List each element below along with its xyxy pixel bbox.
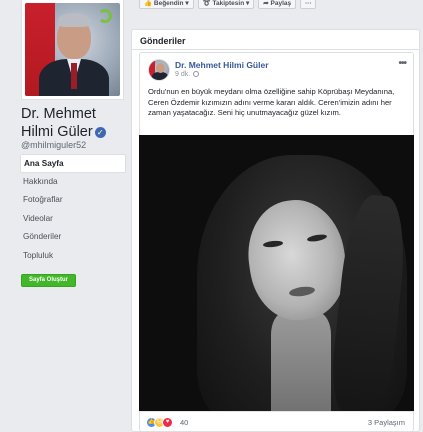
liked-button[interactable]: 👍 Beğendin ▾	[139, 0, 194, 9]
create-page-button[interactable]: Sayfa Oluştur	[21, 274, 76, 287]
page-navigation: Ana Sayfa Hakkında Fotoğraflar Videolar …	[20, 154, 126, 265]
reaction-icons[interactable]: 👍 ☹ ♥	[146, 417, 173, 428]
verified-badge-icon: ✓	[94, 127, 106, 138]
post-text: Ordu'nun en büyük meydanı olma özelliğin…	[148, 87, 395, 117]
posts-section-title: Gönderiler	[140, 36, 186, 46]
logo-icon	[98, 9, 112, 23]
page-name[interactable]: Dr. Mehmet Hilmi Güler ✓	[21, 105, 127, 141]
left-sidebar: Dr. Mehmet Hilmi Güler ✓ @mhilmiguler52 A…	[0, 0, 130, 432]
liked-button-label: Beğendin	[153, 0, 184, 7]
post-card: Dr. Mehmet Hilmi Güler 9 dk. ••• Ordu'nu…	[139, 52, 414, 432]
share-button[interactable]: ➦ Paylaş	[258, 0, 297, 9]
love-reaction-icon: ♥	[162, 417, 173, 428]
post-photo[interactable]	[139, 135, 414, 411]
share-icon: ➦	[263, 0, 271, 7]
nav-item-posts[interactable]: Gönderiler	[20, 228, 126, 247]
more-options-button[interactable]: ···	[300, 0, 317, 9]
post-time-text: 9 dk.	[175, 71, 191, 78]
following-button-label: Takiptesin	[212, 0, 245, 7]
divider	[132, 49, 419, 50]
page-name-text: Dr. Mehmet Hilmi Güler	[21, 106, 96, 140]
hair-shape	[58, 13, 90, 27]
post-options-icon[interactable]: •••	[398, 58, 406, 69]
page-action-bar: 👍 Beğendin ▾ ➰ Takiptesin ▾ ➦ Paylaş ···	[139, 0, 317, 9]
share-button-label: Paylaş	[270, 0, 292, 7]
post-author-avatar[interactable]	[148, 59, 170, 81]
nav-item-about[interactable]: Hakkında	[20, 173, 126, 192]
post-author-name[interactable]: Dr. Mehmet Hilmi Güler	[175, 60, 269, 70]
globe-icon	[193, 71, 200, 77]
like-icon: 👍	[144, 0, 154, 7]
avatar-suit	[152, 72, 168, 80]
nav-item-photos[interactable]: Fotoğraflar	[20, 191, 126, 210]
post-footer: 👍 ☹ ♥ 40 3 Paylaşım	[140, 411, 413, 432]
post-timestamp[interactable]: 9 dk.	[175, 71, 200, 78]
photo-neck	[271, 313, 331, 411]
nav-item-videos[interactable]: Videolar	[20, 210, 126, 229]
avatar-head	[156, 63, 165, 73]
nav-item-community[interactable]: Topluluk	[20, 247, 126, 266]
reaction-count[interactable]: 40	[180, 418, 188, 427]
nav-item-home[interactable]: Ana Sayfa	[20, 154, 126, 173]
share-count[interactable]: 3 Paylaşım	[368, 418, 405, 427]
rss-icon: ➰	[202, 0, 213, 7]
profile-picture[interactable]	[21, 0, 124, 100]
page-handle: @mhilmiguler52	[21, 140, 87, 150]
following-button[interactable]: ➰ Takiptesin ▾	[197, 0, 255, 9]
tie-shape	[71, 63, 77, 89]
profile-photo	[25, 3, 120, 96]
